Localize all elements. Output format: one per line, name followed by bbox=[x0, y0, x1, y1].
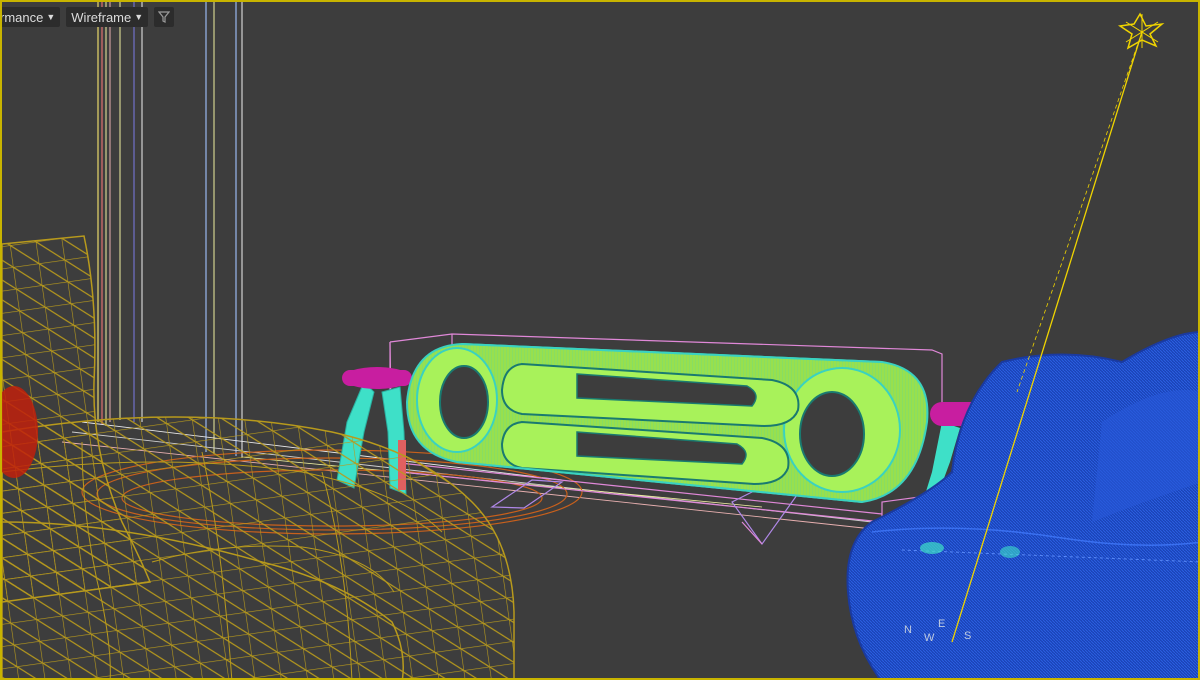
viewport-toolbar: rmance ▼ Wireframe ▼ bbox=[0, 6, 175, 28]
funnel-icon bbox=[158, 11, 171, 23]
armchair-wireframe bbox=[2, 235, 515, 678]
compass-south-label: S bbox=[964, 630, 972, 642]
chevron-down-icon: ▼ bbox=[46, 12, 56, 22]
compass-north-label: N bbox=[904, 624, 912, 636]
wireframe-scene[interactable] bbox=[2, 2, 1200, 680]
render-mode-dropdown[interactable]: Wireframe ▼ bbox=[66, 7, 149, 27]
shading-mode-label: rmance bbox=[0, 9, 44, 25]
viewport-frame[interactable]: rmance ▼ Wireframe ▼ N E W S bbox=[0, 0, 1200, 680]
filter-button[interactable] bbox=[154, 7, 175, 27]
compass-east-label: E bbox=[938, 618, 946, 630]
view-compass: N E W S bbox=[898, 618, 978, 650]
shading-mode-dropdown[interactable]: rmance ▼ bbox=[0, 7, 61, 27]
compass-west-label: W bbox=[924, 632, 935, 644]
chevron-down-icon: ▼ bbox=[134, 12, 144, 22]
render-mode-label: Wireframe bbox=[71, 9, 132, 25]
